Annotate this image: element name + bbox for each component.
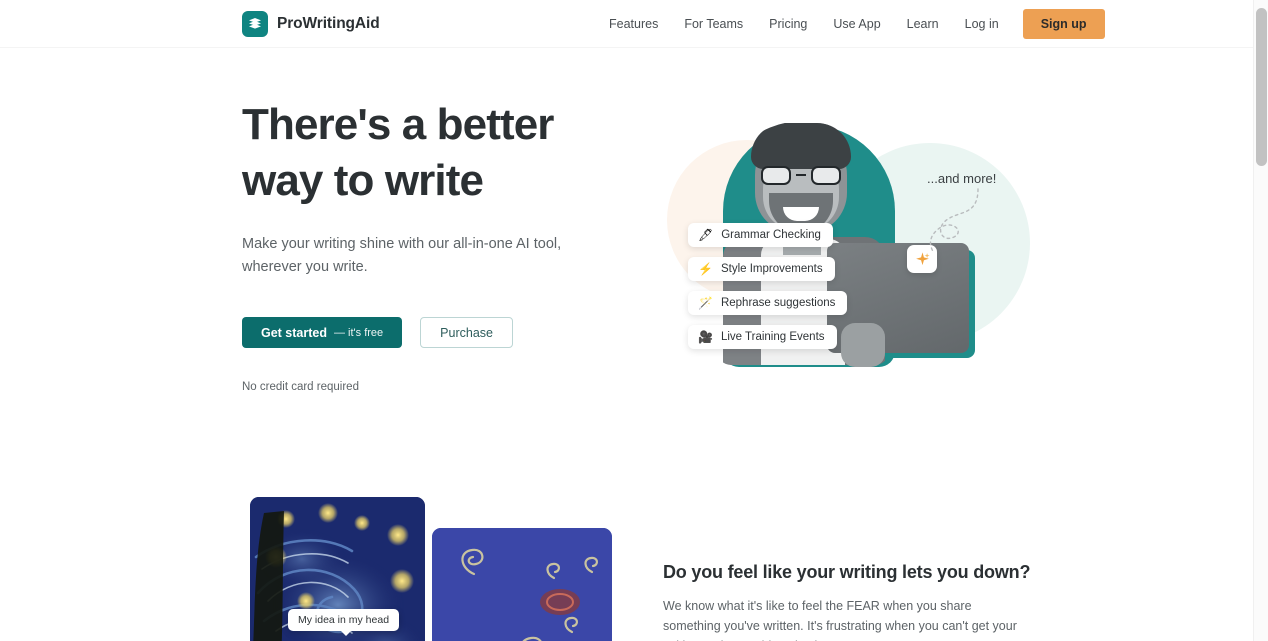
hair	[751, 123, 851, 169]
feature-callout-list: 🖋 Grammar Checking ⚡ Style Improvements …	[688, 223, 848, 349]
callout-rephrase-suggestions[interactable]: 🪄 Rephrase suggestions	[688, 291, 848, 315]
nav-link-log-in[interactable]: Log in	[952, 11, 1012, 37]
lightning-bolt-icon: ⚡	[698, 262, 713, 276]
site-header: ProWritingAid Features For Teams Pricing…	[0, 0, 1253, 48]
hero-actions: Get started — it's free Purchase	[242, 317, 612, 348]
callout-label: Rephrase suggestions	[720, 297, 836, 309]
callout-label: Grammar Checking	[721, 229, 821, 241]
brand-logo[interactable]: ProWritingAid	[242, 10, 380, 37]
hero-subtitle: Make your writing shine with our all-in-…	[242, 236, 562, 275]
vertical-scrollbar[interactable]	[1253, 0, 1268, 641]
hero-illustration: ...and more! 🖋 Grammar Checking ⚡ Style …	[655, 95, 1035, 395]
nav-link-pricing[interactable]: Pricing	[756, 11, 820, 37]
callout-label: Style Improvements	[720, 263, 823, 275]
page-root: ProWritingAid Features For Teams Pricing…	[0, 0, 1268, 641]
lower-section-title: Do you feel like your writing lets you d…	[663, 562, 1031, 582]
magic-wand-icon: 🪄	[698, 296, 713, 310]
callout-grammar-checking[interactable]: 🖋 Grammar Checking	[688, 223, 833, 247]
scrollbar-thumb[interactable]	[1256, 8, 1267, 166]
nav-link-learn[interactable]: Learn	[894, 11, 952, 37]
lower-section-copy: Do you feel like your writing lets you d…	[663, 562, 1031, 641]
comparison-images: My idea in my head	[250, 497, 612, 641]
nav-link-for-teams[interactable]: For Teams	[671, 11, 756, 37]
nav-link-use-app[interactable]: Use App	[820, 11, 893, 37]
sign-up-button[interactable]: Sign up	[1022, 8, 1105, 39]
book-pages-icon	[242, 10, 268, 37]
dotted-curve-decoration	[929, 188, 979, 254]
purchase-button[interactable]: Purchase	[420, 317, 513, 348]
hero-title-line-1: There's a better	[242, 100, 554, 149]
page-title: There's a better way to write	[242, 97, 612, 209]
get-started-button[interactable]: Get started — it's free	[242, 317, 403, 348]
crude-drawing-card	[432, 528, 612, 641]
no-credit-card-note: No credit card required	[242, 381, 359, 393]
get-started-label: Get started	[261, 325, 327, 340]
main-nav: Features For Teams Pricing Use App Learn…	[596, 8, 1105, 39]
callout-style-improvements[interactable]: ⚡ Style Improvements	[688, 257, 835, 281]
movie-camera-icon: 🎥	[698, 330, 713, 344]
get-started-sublabel: — it's free	[334, 326, 384, 339]
nav-link-features[interactable]: Features	[596, 11, 671, 37]
callout-label: Live Training Events	[720, 331, 825, 343]
hero-title-line-2: way to write	[242, 156, 484, 205]
hand	[841, 323, 885, 367]
feather-quill-icon: 🖋	[698, 228, 714, 242]
hero-copy: There's a better way to write Make your …	[242, 97, 612, 393]
and-more-annotation: ...and more!	[927, 171, 997, 186]
callout-live-training-events[interactable]: 🎥 Live Training Events	[688, 325, 837, 349]
lower-section-body: We know what it's like to feel the FEAR …	[663, 599, 1017, 641]
brand-name: ProWritingAid	[277, 14, 380, 32]
glasses-icon	[761, 165, 841, 185]
image-tooltip: My idea in my head	[288, 609, 400, 636]
